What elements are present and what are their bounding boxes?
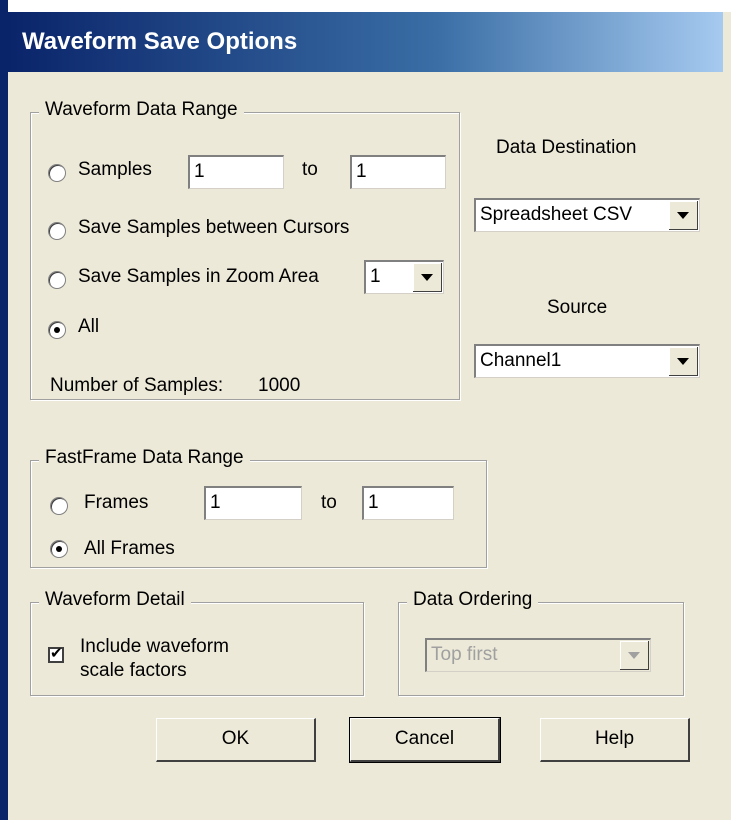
source-value: Channel1: [480, 350, 562, 371]
waveform-detail-legend: Waveform Detail: [39, 589, 191, 611]
cancel-button[interactable]: Cancel: [349, 717, 501, 763]
window-left-border: [0, 0, 8, 820]
fastframe-data-range-legend: FastFrame Data Range: [39, 447, 250, 469]
include-scale-factors-checkbox[interactable]: [48, 644, 64, 663]
data-ordering-value: Top first: [431, 644, 498, 665]
waveform-data-range-legend: Waveform Data Range: [39, 99, 244, 121]
samples-to-input[interactable]: 1: [350, 155, 446, 189]
samples-radio[interactable]: [48, 164, 66, 182]
frames-radio[interactable]: [50, 497, 68, 515]
between-cursors-label: Save Samples between Cursors: [78, 217, 350, 238]
waveform-save-options-dialog: Waveform Save Options Waveform Data Rang…: [0, 0, 731, 820]
include-scale-factors-label-line1: Include waveform: [80, 636, 229, 657]
source-select[interactable]: Channel1: [474, 344, 700, 378]
samples-label: Samples: [78, 159, 152, 180]
number-of-samples-label: Number of Samples:: [50, 375, 224, 396]
include-scale-factors-label-line2: scale factors: [80, 660, 187, 681]
between-cursors-radio[interactable]: [48, 222, 66, 240]
chevron-down-icon[interactable]: [669, 347, 698, 376]
chevron-down-icon[interactable]: [669, 201, 698, 230]
all-frames-label: All Frames: [84, 538, 175, 559]
data-ordering-legend: Data Ordering: [407, 589, 539, 611]
zoom-area-value: 1: [370, 266, 381, 287]
samples-to-label: to: [302, 159, 318, 180]
chevron-down-icon[interactable]: [620, 641, 649, 670]
top-edge: [0, 0, 731, 12]
chevron-down-icon[interactable]: [413, 263, 442, 292]
window-title[interactable]: Waveform Save Options: [8, 12, 723, 72]
frames-label: Frames: [84, 492, 149, 513]
data-destination-value: Spreadsheet CSV: [480, 204, 633, 225]
number-of-samples-value: 1000: [258, 375, 301, 396]
help-button[interactable]: Help: [540, 718, 690, 762]
data-destination-label: Data Destination: [496, 137, 637, 158]
data-ordering-select[interactable]: Top first: [425, 638, 651, 672]
all-radio[interactable]: [48, 321, 66, 339]
zoom-area-select[interactable]: 1: [364, 260, 444, 294]
ok-button[interactable]: OK: [156, 718, 316, 762]
all-frames-radio[interactable]: [50, 540, 68, 558]
frames-to-input[interactable]: 1: [362, 486, 454, 520]
zoom-area-label: Save Samples in Zoom Area: [78, 266, 319, 287]
samples-from-input[interactable]: 1: [188, 155, 284, 189]
source-label: Source: [547, 297, 608, 318]
zoom-area-radio[interactable]: [48, 271, 66, 289]
frames-from-input[interactable]: 1: [204, 486, 302, 520]
data-destination-select[interactable]: Spreadsheet CSV: [474, 198, 700, 232]
frames-to-label: to: [321, 492, 337, 513]
all-label: All: [78, 316, 100, 337]
